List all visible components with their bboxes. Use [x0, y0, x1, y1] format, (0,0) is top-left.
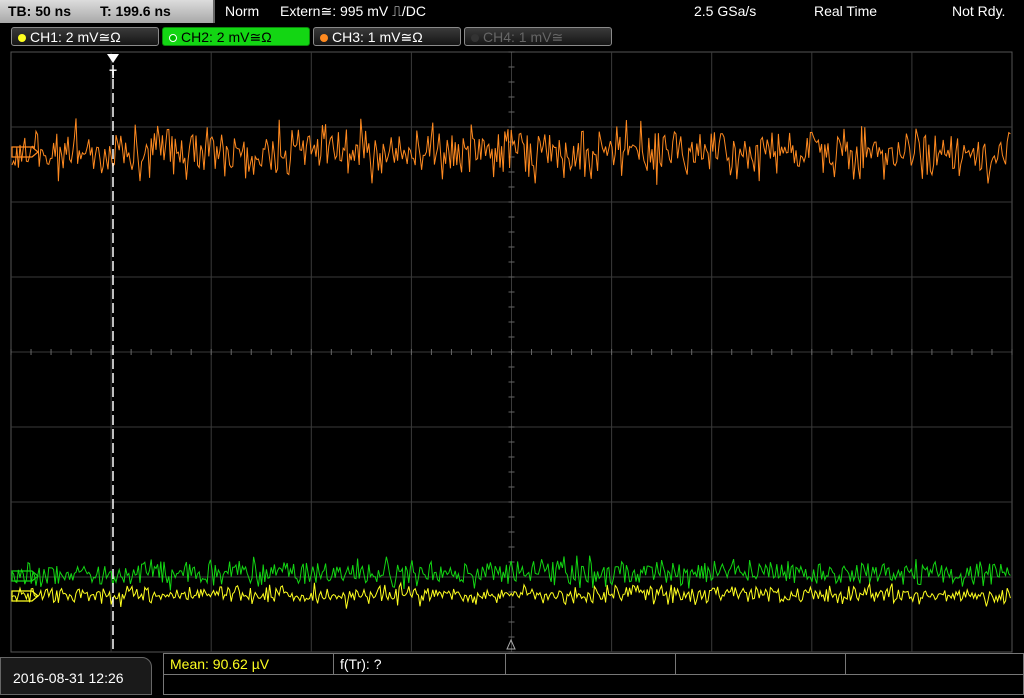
acquisition-state: Not Rdy. — [952, 3, 1006, 19]
channel-2-button[interactable]: CH2: 2 mV≅Ω — [162, 27, 310, 46]
trigger-time-label: T: 199.6 ns — [100, 3, 171, 19]
channel-3-label: CH3: 1 mV≅Ω — [332, 29, 423, 45]
measurement-divider — [164, 674, 1023, 675]
waveform-display[interactable]: T — [0, 51, 1024, 653]
trigger-mode[interactable]: Norm — [225, 3, 259, 19]
trigger-marker-label: T — [109, 67, 117, 81]
timebase-label: TB: 50 ns — [8, 3, 72, 19]
sample-rate: 2.5 GSa/s — [694, 3, 757, 19]
channel-4-dot-icon — [471, 34, 479, 43]
channel-4-button[interactable]: CH4: 1 mV≅ — [464, 27, 612, 46]
trigger-source[interactable]: Extern≅: 995 mV ⎍/DC — [280, 3, 426, 20]
status-bar: TB: 50 ns T: 199.6 ns Norm Extern≅: 995 … — [0, 0, 1024, 24]
channel-2-label: CH2: 2 mV≅Ω — [181, 29, 272, 45]
channel-bar: CH1: 2 mV≅Ω CH2: 2 mV≅Ω CH3: 1 mV≅Ω CH4:… — [0, 24, 1024, 50]
channel-3-dot-icon — [320, 34, 328, 43]
timebase-box[interactable]: TB: 50 ns T: 199.6 ns — [0, 0, 215, 23]
measurement-slot-3[interactable] — [506, 654, 676, 674]
ftr-measurement[interactable]: f(Tr): ? — [334, 654, 506, 674]
channel-4-label: CH4: 1 mV≅ — [483, 29, 564, 45]
measurement-slot-4[interactable] — [676, 654, 846, 674]
channel-3-button[interactable]: CH3: 1 mV≅Ω — [313, 27, 461, 46]
channel-1-dot-icon — [18, 34, 26, 43]
channel-1-button[interactable]: CH1: 2 mV≅Ω — [11, 27, 159, 46]
channel-2-dot-icon — [169, 34, 177, 43]
channel-1-label: CH1: 2 mV≅Ω — [30, 29, 121, 45]
mean-measurement[interactable]: Mean: 90.62 µV — [164, 654, 334, 674]
measurement-table: Mean: 90.62 µV f(Tr): ? — [163, 653, 1024, 695]
acquisition-mode[interactable]: Real Time — [814, 3, 877, 19]
bottom-bar: 2016-08-31 12:26 Mean: 90.62 µV f(Tr): ? — [0, 653, 1024, 695]
date-time: 2016-08-31 12:26 — [0, 657, 152, 695]
